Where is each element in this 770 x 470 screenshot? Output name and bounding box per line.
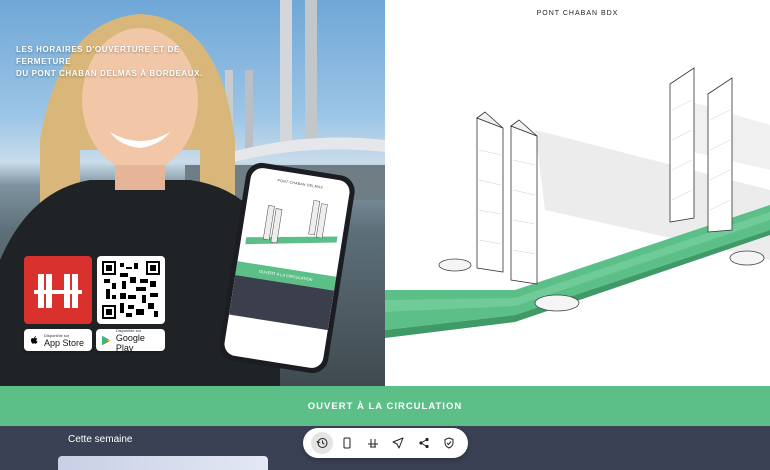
navigate-button[interactable] — [387, 432, 409, 454]
google-play-icon — [102, 335, 111, 345]
phone-icon — [343, 437, 351, 449]
google-play-button[interactable]: Disponible sur Google Play — [96, 328, 165, 353]
app-store-button[interactable]: Disponible sur App Store — [24, 329, 92, 351]
qr-code[interactable] — [97, 256, 165, 324]
history-icon — [316, 438, 328, 448]
bridge-icon — [367, 439, 378, 448]
promo-tagline: LES HORAIRES D'OUVERTURE ET DE FERMETURE… — [16, 45, 203, 78]
bridge-drawing — [385, 67, 770, 338]
phone-button[interactable] — [336, 432, 358, 454]
shield-check-icon — [444, 437, 454, 449]
share-button[interactable] — [413, 432, 435, 454]
bridge-button[interactable] — [362, 432, 384, 454]
share-icon — [419, 437, 429, 449]
bottom-toolbar — [303, 428, 468, 458]
navigate-icon — [392, 437, 404, 449]
bridge-illustration: PONT CHABAN BDX — [385, 0, 770, 386]
history-button[interactable] — [310, 432, 333, 454]
phone-bridge-illustration — [245, 200, 338, 245]
page: LES HORAIRES D'OUVERTURE ET DE FERMETURE… — [0, 0, 770, 470]
apple-icon — [30, 335, 38, 344]
phone-screen: PONT CHABAN DELMAS OUVERT À LA CIRCULATI… — [222, 166, 352, 370]
status-text: OUVERT À LA CIRCULATION — [307, 400, 463, 412]
week-card[interactable] — [58, 456, 268, 470]
app-logo — [24, 256, 92, 324]
privacy-button[interactable] — [438, 432, 460, 454]
week-heading: Cette semaine — [68, 434, 133, 445]
bridge-status-bar: OUVERT À LA CIRCULATION — [0, 386, 770, 426]
promo-banner[interactable]: LES HORAIRES D'OUVERTURE ET DE FERMETURE… — [0, 0, 385, 386]
